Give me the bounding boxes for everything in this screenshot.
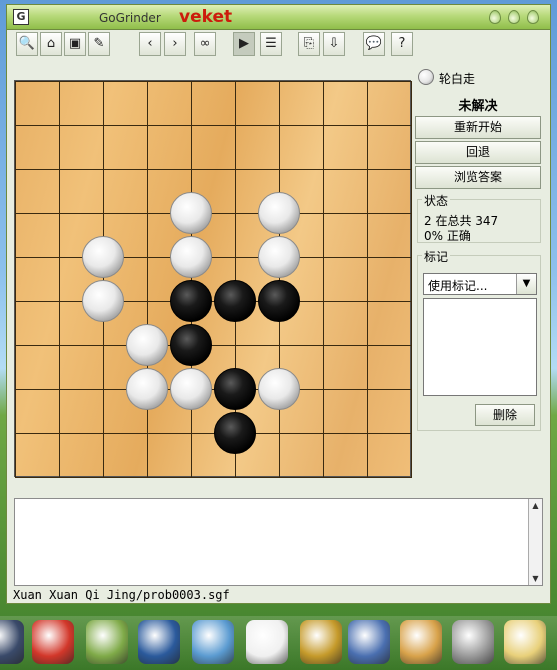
toolbar: 🔍 ⌂ ▣ ✎ ‹ › ∞ ▶ ☰ ⎘ ⇩ 💬? — [7, 30, 550, 60]
address-book-icon[interactable] — [300, 620, 342, 664]
pig-icon[interactable] — [32, 620, 74, 664]
white-stone — [82, 280, 124, 322]
delete-button[interactable]: 删除 — [475, 404, 535, 426]
notepad-icon[interactable] — [86, 620, 128, 664]
magnifier-icon[interactable]: 🔍 — [16, 32, 38, 56]
maximize-button[interactable] — [508, 10, 520, 24]
marks-dropdown[interactable]: 使用标记... ▼ — [423, 273, 537, 295]
previous-icon[interactable]: ‹ — [139, 32, 161, 56]
turn-label: 轮白走 — [439, 72, 476, 86]
close-button[interactable] — [527, 10, 539, 24]
penguin-icon[interactable] — [246, 620, 288, 664]
usb-icon[interactable] — [452, 620, 494, 664]
status-group-title: 状态 — [422, 192, 451, 209]
save-icon[interactable]: ▣ — [64, 32, 86, 56]
window-title: GoGrinder — [99, 11, 161, 25]
marks-dropdown-value: 使用标记... — [428, 279, 488, 293]
black-stone — [214, 280, 256, 322]
comment-scrollbar[interactable]: ▲ ▼ — [528, 499, 542, 585]
monitor-icon[interactable] — [0, 620, 24, 664]
chevron-down-icon[interactable]: ▼ — [516, 274, 536, 294]
status-correct: 0% 正确 — [424, 229, 471, 243]
scroll-up-icon[interactable]: ▲ — [529, 499, 542, 512]
black-stone — [214, 412, 256, 454]
file-path-label: Xuan Xuan Qi Jing/prob0003.sgf — [13, 588, 230, 602]
white-stone — [82, 236, 124, 278]
next-icon[interactable]: › — [164, 32, 186, 56]
open-icon[interactable]: ⌂ — [40, 32, 62, 56]
calendar-icon[interactable] — [504, 620, 546, 664]
white-stone — [258, 368, 300, 410]
comment-area[interactable]: ▲ ▼ — [14, 498, 543, 586]
black-stone — [170, 324, 212, 366]
scroll-down-icon[interactable]: ▼ — [529, 572, 542, 585]
list-icon[interactable]: ☰ — [260, 32, 282, 56]
binoculars-icon[interactable]: ∞ — [194, 32, 216, 56]
white-stone — [258, 192, 300, 234]
white-stone — [126, 324, 168, 366]
marks-group: 标记 使用标记... ▼ 删除 — [417, 248, 541, 431]
title-bar[interactable]: G GoGrinder veket — [7, 5, 550, 30]
copy-icon[interactable]: ⎘ — [298, 32, 320, 56]
help-icon[interactable]: ? — [391, 32, 413, 56]
import-icon[interactable]: ⇩ — [323, 32, 345, 56]
edit-icon[interactable]: ✎ — [88, 32, 110, 56]
theme-label: veket — [179, 7, 233, 27]
play-icon[interactable]: ▶ — [233, 32, 255, 56]
app-icon[interactable]: G — [13, 9, 29, 25]
chat-icon[interactable] — [192, 620, 234, 664]
marks-list[interactable] — [423, 298, 537, 396]
white-stone — [258, 236, 300, 278]
taskbar — [0, 616, 557, 670]
board-svg — [15, 81, 412, 478]
black-stone — [170, 280, 212, 322]
browse-answer-button[interactable]: 浏览答案 — [415, 166, 541, 189]
white-stone-icon — [418, 69, 434, 85]
white-stone — [170, 368, 212, 410]
restart-button[interactable]: 重新开始 — [415, 116, 541, 139]
gogrinder-window: G GoGrinder veket 🔍 ⌂ ▣ ✎ ‹ › ∞ ▶ ☰ ⎘ ⇩ 💬? 轮白走 未解决 … — [6, 4, 551, 604]
black-stone — [258, 280, 300, 322]
comment-icon[interactable]: 💬 — [363, 32, 385, 56]
black-stone — [214, 368, 256, 410]
marks-group-title: 标记 — [422, 248, 451, 265]
media-player-icon[interactable] — [138, 620, 180, 664]
white-stone — [170, 236, 212, 278]
back-button[interactable]: 回退 — [415, 141, 541, 164]
minimize-button[interactable] — [489, 10, 501, 24]
paint-icon[interactable] — [400, 620, 442, 664]
go-board[interactable] — [14, 80, 412, 478]
white-stone — [126, 368, 168, 410]
white-stone — [170, 192, 212, 234]
status-group: 状态 2 在总共 347 0% 正确 — [417, 192, 541, 243]
presentation-icon[interactable] — [348, 620, 390, 664]
problem-status: 未解决 — [458, 99, 498, 114]
